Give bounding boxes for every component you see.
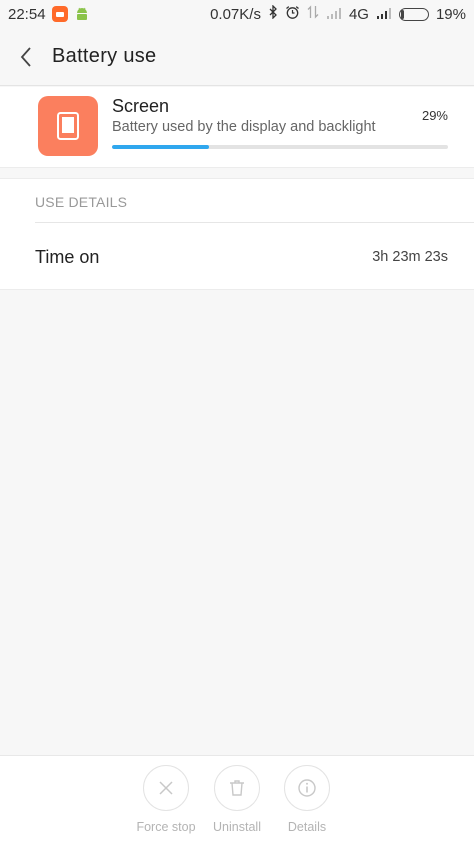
bottom-action-bar: Force stop Uninstall Details <box>0 755 474 842</box>
status-left: 22:54 <box>8 6 90 23</box>
battery-use-screen: 22:54 0.07K/s 4G 19% Battery use Screen … <box>0 0 474 842</box>
detail-value: 3h 23m 23s <box>372 249 448 265</box>
detail-row-time-on: Time on 3h 23m 23s <box>0 223 474 291</box>
page-title: Battery use <box>52 45 157 67</box>
back-button[interactable] <box>0 28 52 86</box>
info-icon <box>284 765 330 811</box>
signal-icon <box>326 6 342 23</box>
usage-progress-bar <box>112 145 448 149</box>
usage-progress-fill <box>112 145 210 149</box>
section-header: USE DETAILS <box>35 194 128 210</box>
signal-icon <box>376 6 392 23</box>
network-speed: 0.07K/s <box>210 5 261 23</box>
status-right: 0.07K/s 4G 19% <box>210 4 466 24</box>
battery-percent: 19% <box>435 5 466 23</box>
app-description: Battery used by the display and backligh… <box>112 119 376 135</box>
action-label: Uninstall <box>213 820 261 834</box>
app-usage-card: Screen Battery used by the display and b… <box>0 87 474 168</box>
data-arrows-icon <box>307 5 319 23</box>
phone-screen-icon <box>38 96 98 156</box>
details-button[interactable]: Details <box>262 765 352 841</box>
action-label: Details <box>287 820 327 834</box>
close-icon <box>143 765 189 811</box>
alarm-icon <box>285 5 300 24</box>
usage-percent: 29% <box>421 108 448 123</box>
trash-icon <box>214 765 260 811</box>
title-bar: Battery use <box>0 28 474 86</box>
mi-app-icon <box>51 6 68 22</box>
android-icon <box>74 6 90 22</box>
detail-label: Time on <box>35 247 100 267</box>
status-bar: 22:54 0.07K/s 4G 19% <box>0 0 474 28</box>
network-type: 4G <box>348 5 369 23</box>
app-name: Screen <box>112 96 170 116</box>
action-label: Force stop <box>136 820 196 834</box>
status-time: 22:54 <box>8 5 46 23</box>
use-details-section: USE DETAILS Time on 3h 23m 23s <box>0 178 474 290</box>
bluetooth-icon <box>268 4 278 23</box>
battery-icon <box>398 7 429 21</box>
chevron-left-icon <box>20 46 31 67</box>
